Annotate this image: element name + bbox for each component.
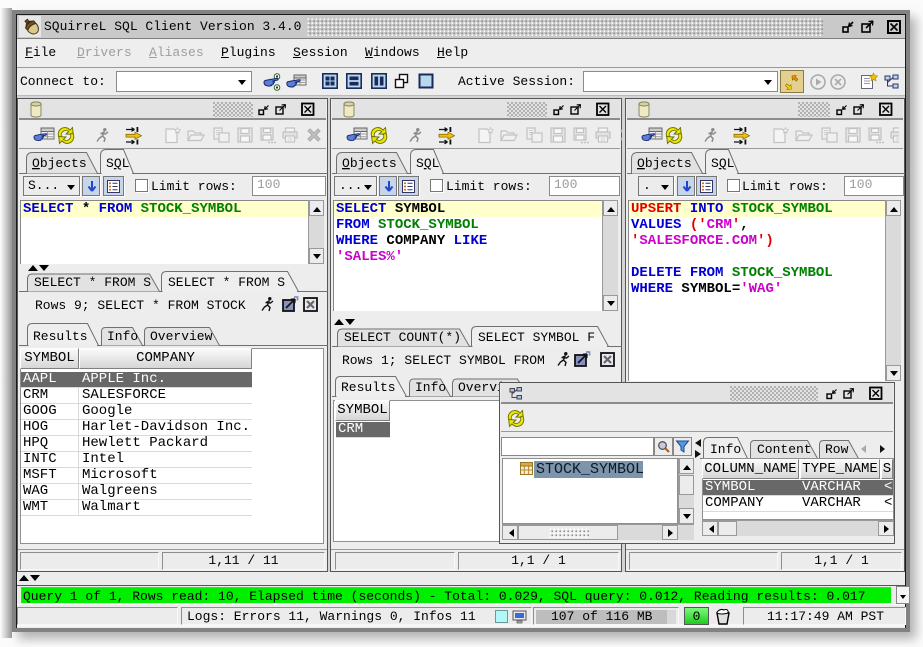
svg-text:SELECT * FROM S: SELECT * FROM S [168, 275, 285, 290]
svg-text:Objects: Objects [32, 156, 87, 171]
svg-text:SQL: SQL [416, 156, 439, 171]
svg-text:SELECT COUNT(*): SELECT COUNT(*) [344, 330, 461, 345]
svg-text:Info: Info [107, 329, 138, 344]
svg-text:Info: Info [415, 380, 446, 395]
svg-text:Objects: Objects [342, 156, 397, 171]
svg-text:SELECT * FROM S: SELECT * FROM S [34, 275, 151, 290]
svg-text:Objects: Objects [637, 156, 692, 171]
svg-text:SQL: SQL [711, 156, 734, 171]
svg-text:Results: Results [33, 329, 88, 344]
svg-text:Results: Results [341, 380, 396, 395]
svg-text:SELECT SYMBOL F: SELECT SYMBOL F [478, 330, 595, 345]
svg-text:Row: Row [825, 442, 849, 457]
svg-text:Content: Content [757, 442, 812, 457]
svg-text:Info: Info [710, 442, 741, 457]
svg-text:SQL: SQL [106, 156, 129, 171]
svg-text:Overview: Overview [150, 329, 213, 344]
